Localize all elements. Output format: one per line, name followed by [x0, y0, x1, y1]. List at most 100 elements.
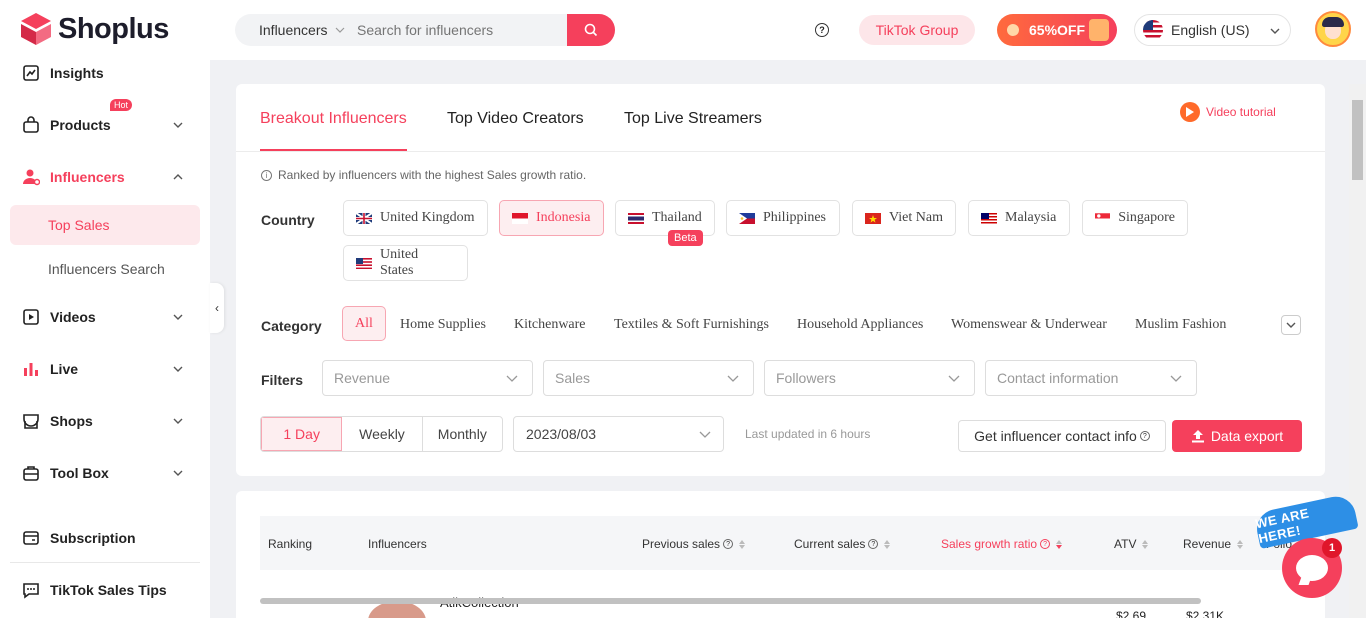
category-home-supplies[interactable]: Home Supplies — [400, 317, 486, 333]
video-icon — [23, 309, 39, 325]
country-indonesia[interactable]: Indonesia — [499, 200, 604, 236]
sidebar-item-live[interactable]: Live — [10, 349, 200, 389]
filter-revenue-select[interactable]: Revenue — [322, 360, 533, 396]
chart-line-icon — [23, 65, 39, 81]
search-type-label: Influencers — [259, 22, 328, 38]
tab-bar: Breakout Influencers Top Video Creators … — [236, 84, 1325, 152]
country-name: Philippines — [763, 210, 827, 225]
language-select[interactable]: English (US) — [1134, 14, 1291, 46]
tiktok-group-button[interactable]: TikTok Group — [859, 15, 975, 45]
country-philippines[interactable]: Philippines — [726, 200, 840, 236]
chevron-down-icon — [173, 122, 183, 128]
search-button[interactable] — [567, 14, 615, 46]
category-all[interactable]: All — [342, 306, 386, 341]
sidebar-item-subscription[interactable]: Subscription — [10, 518, 200, 558]
help-icon[interactable]: ? — [815, 23, 829, 37]
date-select[interactable]: 2023/08/03 — [513, 416, 724, 452]
chevron-down-icon — [173, 314, 183, 320]
sidebar-item-tiktok-sales-tips[interactable]: TikTok Sales Tips — [10, 570, 200, 610]
period-weekly[interactable]: Weekly — [342, 417, 423, 451]
filter-contact-select[interactable]: Contact information — [985, 360, 1197, 396]
sidebar-item-insights[interactable]: Insights — [10, 53, 200, 93]
col-revenue[interactable]: Revenue — [1183, 537, 1244, 551]
thailand-flag-icon — [628, 212, 644, 224]
tab-top-live-streamers[interactable]: Top Live Streamers — [624, 110, 762, 128]
help-icon: ? — [723, 539, 734, 549]
avatar-hair — [1322, 17, 1344, 27]
horizontal-scrollbar[interactable] — [260, 598, 1201, 604]
shoplus-logo[interactable]: Shoplus — [20, 12, 169, 46]
language-label: English (US) — [1171, 22, 1250, 38]
user-icon — [23, 169, 40, 186]
country-singapore[interactable]: Singapore — [1082, 200, 1188, 236]
filter-followers-select[interactable]: Followers — [764, 360, 975, 396]
sidebar-item-products[interactable]: Products Hot — [10, 99, 200, 145]
data-export-button[interactable]: Data export — [1172, 420, 1302, 452]
filter-placeholder: Contact information — [997, 370, 1119, 386]
col-atv[interactable]: ATV — [1114, 537, 1149, 551]
beta-badge: Beta — [668, 230, 703, 246]
filter-card: Breakout Influencers Top Video Creators … — [236, 84, 1325, 476]
sidebar-item-videos[interactable]: Videos — [10, 297, 200, 337]
country-malaysia[interactable]: Malaysia — [968, 200, 1070, 236]
category-muslim-fashion[interactable]: Muslim Fashion — [1135, 317, 1226, 333]
user-avatar[interactable] — [1315, 11, 1351, 47]
get-contact-info-button[interactable]: Get influencer contact info ? — [958, 420, 1166, 452]
search-input[interactable] — [357, 22, 547, 38]
sidebar-item-toolbox[interactable]: Tool Box — [10, 453, 200, 493]
sort-icon — [884, 539, 891, 549]
country-united-states[interactable]: United States — [343, 245, 468, 281]
promo-banner[interactable]: 65%OFF — [997, 14, 1117, 46]
shop-icon — [23, 414, 39, 429]
col-ranking: Ranking — [268, 537, 313, 551]
play-icon — [1180, 102, 1200, 122]
col-influencers: Influencers — [368, 537, 427, 551]
filter-sales-select[interactable]: Sales — [543, 360, 754, 396]
sidebar-item-label: Subscription — [50, 530, 136, 546]
col-current-sales[interactable]: Current sales ? — [794, 537, 891, 551]
period-monthly[interactable]: Monthly — [423, 417, 502, 451]
tab-top-video-creators[interactable]: Top Video Creators — [447, 110, 584, 128]
col-sales-growth-ratio[interactable]: Sales growth ratio ? — [941, 537, 1063, 551]
period-1-day[interactable]: 1 Day — [261, 417, 343, 451]
hot-badge: Hot — [110, 99, 133, 111]
col-previous-sales[interactable]: Previous sales ? — [642, 537, 746, 551]
sidebar-subitem-top-sales[interactable]: Top Sales — [10, 205, 200, 245]
atv-value: $2.69 — [1116, 609, 1147, 618]
country-name: Singapore — [1118, 210, 1175, 225]
category-household-appliances[interactable]: Household Appliances — [797, 317, 923, 333]
export-button-label: Data export — [1210, 428, 1284, 444]
country-united-kingdom[interactable]: United Kingdom — [343, 200, 488, 236]
message-icon — [23, 583, 39, 599]
card-icon — [23, 531, 39, 545]
sidebar-collapse-button[interactable]: ‹ — [210, 283, 224, 333]
country-viet-nam[interactable]: Viet Nam — [852, 200, 956, 236]
chevron-down-icon — [173, 366, 183, 372]
category-womenswear[interactable]: Womenswear & Underwear — [951, 317, 1107, 333]
help-icon: ? — [1139, 431, 1150, 441]
chevron-down-icon — [1170, 375, 1182, 382]
country-name: Thailand — [652, 210, 702, 225]
category-textiles[interactable]: Textiles & Soft Furnishings — [614, 317, 769, 333]
video-tutorial-link[interactable]: Video tutorial — [1180, 102, 1276, 122]
vertical-scrollbar-thumb[interactable] — [1352, 100, 1363, 180]
video-tutorial-label: Video tutorial — [1206, 105, 1276, 119]
bag-icon — [23, 116, 39, 133]
search-type-select[interactable]: Influencers — [235, 22, 357, 38]
sidebar-item-influencers[interactable]: Influencers — [10, 157, 200, 197]
col-label: ATV — [1114, 537, 1137, 551]
sidebar-item-shops[interactable]: Shops — [10, 401, 200, 441]
ranking-note: i Ranked by influencers with the highest… — [261, 168, 586, 182]
category-label: Category — [261, 318, 322, 334]
sidebar-item-label: Tool Box — [50, 465, 109, 481]
category-expand-button[interactable] — [1281, 315, 1301, 335]
sort-icon — [1056, 539, 1063, 549]
country-name: Indonesia — [536, 210, 591, 225]
chevron-down-icon — [173, 470, 183, 476]
category-kitchenware[interactable]: Kitchenware — [514, 317, 586, 333]
sidebar-subitem-influencers-search[interactable]: Influencers Search — [10, 249, 200, 289]
philippines-flag-icon — [739, 212, 755, 224]
last-updated-text: Last updated in 6 hours — [745, 427, 871, 441]
country-name: United States — [379, 247, 419, 278]
tab-breakout-influencers[interactable]: Breakout Influencers — [260, 110, 407, 128]
